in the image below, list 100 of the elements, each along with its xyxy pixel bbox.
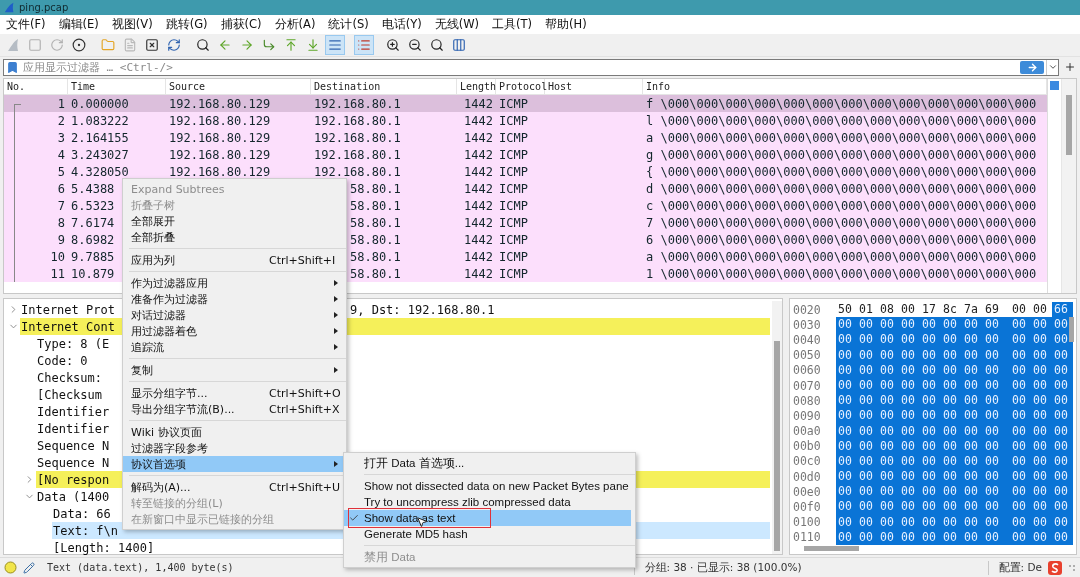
menu-item[interactable]: 编辑(E): [53, 16, 104, 33]
hex-byte: 00: [941, 393, 962, 409]
menu-item[interactable]: 解码为(A)... Ctrl+Shift+U: [123, 479, 346, 495]
packet-row[interactable]: 3 2.164155 192.168.80.129 192.168.80.1 1442 ICMP a \000\000\000\000\000\000\000\000\000\000\000\000\000: [4, 129, 1047, 146]
column-header[interactable]: No.: [4, 79, 68, 94]
dropdown-button[interactable]: [1046, 59, 1058, 75]
table-cell-text: 3: [56, 130, 66, 145]
table-cell-text: c \000\000\000\000\000\000\000\000\000\000\000\000\000: [645, 198, 1038, 213]
display-filter-field[interactable]: 应用显示过滤器 … <Ctrl-/>: [19, 60, 1020, 74]
column-header[interactable]: Source: [166, 79, 311, 94]
hex-byte: 00: [920, 469, 941, 485]
menu-item[interactable]: 帮助(H): [540, 16, 592, 33]
hex-byte: 00: [899, 469, 920, 485]
scrollbar[interactable]: [1061, 79, 1076, 293]
byte-offset: 00b0: [792, 439, 822, 454]
tree-item[interactable]: Checksum:: [36, 370, 103, 385]
menu-item[interactable]: 用过滤器着色: [123, 323, 346, 339]
profile-label[interactable]: 配置: De: [998, 560, 1042, 575]
menu-item[interactable]: 全部折叠: [123, 229, 346, 245]
tree-item[interactable]: Text: f\n: [52, 523, 119, 538]
expert-info-icon[interactable]: [4, 561, 17, 574]
input-method-icon[interactable]: [1048, 560, 1062, 575]
scrollbar-thumb[interactable]: [1069, 317, 1074, 342]
menu-item[interactable]: 对话过滤器: [123, 307, 346, 323]
tree-item[interactable]: Identifier: [36, 421, 110, 436]
packet-row[interactable]: 2 1.083222 192.168.80.129 192.168.80.1 1442 ICMP l \000\000\000\000\000\000\000\000\000\000\000\000\000: [4, 112, 1047, 129]
bookmark-icon[interactable]: [6, 60, 19, 74]
menu-item[interactable]: 显示分组字节... Ctrl+Shift+O: [123, 385, 346, 401]
menu-item[interactable]: 跳转(G): [160, 16, 213, 33]
menu-item[interactable]: 视图(V): [106, 16, 158, 33]
menu-item[interactable]: 捕获(C): [215, 16, 267, 33]
menu-item[interactable]: 文件(F): [1, 16, 51, 33]
tree-item[interactable]: [Length: 1400]: [52, 540, 155, 555]
menu-item[interactable]: 准备作为过滤器: [123, 291, 346, 307]
hex-byte: 00: [941, 408, 962, 424]
column-header[interactable]: Time: [68, 79, 166, 94]
menu-item[interactable]: 追踪流: [123, 339, 346, 355]
menu-item[interactable]: Show not dissected data on new Packet Bytes pane: [344, 478, 631, 494]
menu-item[interactable]: Wiki 协议页面: [123, 424, 346, 440]
hex-byte: 00: [920, 317, 941, 333]
column-header[interactable]: Host: [545, 79, 643, 94]
tree-item[interactable]: Type: 8 (E: [36, 336, 110, 351]
menu-item[interactable]: 应用为列 Ctrl+Shift+I: [123, 252, 346, 268]
table-cell-text: ICMP: [498, 96, 529, 111]
table-cell-text: g \000\000\000\000\000\000\000\000\000\000\000\000\000: [645, 147, 1038, 162]
table-cell-text: a \000\000\000\000\000\000\000\000\000\000\000\000\000: [645, 249, 1038, 264]
menu-item[interactable]: 无线(W): [429, 16, 485, 33]
table-cell-text: ICMP: [498, 113, 529, 128]
menu-item[interactable]: 导出分组字节流(B)... Ctrl+Shift+X: [123, 401, 346, 417]
menu-item[interactable]: 统计(S): [323, 16, 374, 33]
table-cell-text: 192.168.80.1: [313, 147, 402, 162]
hex-byte: 00: [983, 484, 1010, 500]
colored-lines-icon[interactable]: [354, 35, 374, 55]
tree-item[interactable]: [No respon: [36, 472, 110, 487]
tree-item[interactable]: [Checksum: [36, 387, 103, 402]
menu-item[interactable]: Try to uncompress zlib compressed data: [344, 494, 631, 510]
edit-comment-icon[interactable]: [23, 561, 35, 574]
tree-item[interactable]: Sequence N: [36, 438, 110, 453]
menu-item[interactable]: 工具(T): [487, 16, 538, 33]
menu-item[interactable]: 复制: [123, 362, 346, 378]
menu-item[interactable]: 打开 Data 首选项...: [344, 455, 631, 471]
scrollbar-thumb[interactable]: [804, 546, 859, 551]
column-header[interactable]: Destination: [311, 79, 457, 94]
menu-item[interactable]: 过滤器字段参考: [123, 440, 346, 456]
menu-item[interactable]: 分析(A): [269, 16, 321, 33]
scrollbar[interactable]: [772, 301, 782, 554]
filter-field[interactable]: 应用显示过滤器 … <Ctrl-/>: [3, 58, 1059, 76]
menu-item[interactable]: Generate MD5 hash: [344, 526, 631, 542]
apply-filter-button[interactable]: [1020, 60, 1044, 74]
table-cell-text: 2.164155: [70, 130, 130, 145]
table-cell-text: 1442: [463, 181, 494, 196]
table-cell-text: 8.6982: [70, 232, 116, 247]
menu-item[interactable]: 全部展开: [123, 213, 346, 229]
resize-grip-icon[interactable]: [1068, 562, 1076, 573]
packet-row[interactable]: 1 0.000000 192.168.80.129 192.168.80.1 1442 ICMP f \000\000\000\000\000\000\000\000\000\000\000\000\000: [4, 95, 1047, 112]
table-cell-text: 6: [56, 181, 66, 196]
tree-item[interactable]: Sequence N: [36, 455, 110, 470]
hex-byte: 00: [1052, 484, 1073, 500]
tree-item[interactable]: Internet Cont: [20, 319, 115, 334]
table-cell-text: ICMP: [498, 164, 529, 179]
tree-item[interactable]: Internet Prot: [20, 302, 115, 317]
table-cell-text: 10: [49, 249, 66, 264]
byte-offset: 0060: [792, 363, 822, 378]
menu-item[interactable]: 协议首选项: [123, 456, 346, 472]
table-cell-text: 8: [56, 215, 66, 230]
table-cell-text: 11: [49, 266, 66, 281]
lines-icon[interactable]: [325, 35, 345, 55]
column-header[interactable]: Protocol: [496, 79, 545, 94]
hex-byte: 00: [1031, 332, 1052, 348]
byte-offset: 0070: [792, 378, 822, 393]
packet-row[interactable]: 4 3.243027 192.168.80.129 192.168.80.1 1442 ICMP g \000\000\000\000\000\000\000\000\000\000\000\000\000: [4, 146, 1047, 163]
table-cell-text: 58.80.1: [349, 181, 402, 196]
packet-row[interactable]: 5 4.328050 192.168.80.129 192.168.80.1 1442 ICMP { \000\000\000\000\000\000\000\000\000\000\000\000\000: [4, 163, 1047, 180]
packet-minimap[interactable]: [1047, 79, 1061, 293]
tree-item[interactable]: Data (1400: [36, 489, 110, 504]
tree-item[interactable]: Identifier: [36, 404, 110, 419]
tree-item[interactable]: Code: 0: [36, 353, 88, 368]
tree-item[interactable]: Data: 66: [52, 506, 111, 521]
column-header[interactable]: Length: [457, 79, 496, 94]
menu-item[interactable]: 电话(Y): [376, 16, 427, 33]
